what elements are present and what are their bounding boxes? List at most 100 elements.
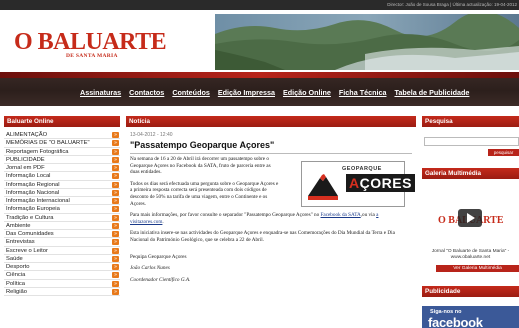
menu-item-label: Ciência: [6, 272, 26, 279]
nav-tabela-publicidade[interactable]: Tabela de Publicidade: [394, 88, 469, 97]
menu-item-ambiente[interactable]: Ambiente »: [4, 222, 120, 230]
article-paragraph-4: Esta iniciativa insere-se nas actividade…: [130, 230, 395, 243]
menu-item-escreve-leitor[interactable]: Escreve o Leitor »: [4, 247, 120, 255]
nav-conteudos[interactable]: Conteúdos: [172, 88, 210, 97]
advertising-heading: Publicidade: [422, 286, 519, 297]
menu-item-label: Informação Internacional: [6, 198, 70, 204]
arrow-right-icon: »: [112, 156, 119, 163]
arrow-right-icon: »: [112, 239, 119, 246]
menu-item-info-europeia[interactable]: Informação Europeia »: [4, 205, 120, 214]
nav-edicao-impressa[interactable]: Edição Impressa: [218, 88, 275, 97]
menu-item-tradicao[interactable]: Tradição e Cultura »: [4, 214, 120, 222]
arrow-right-icon: »: [112, 173, 119, 180]
menu-item-label: Religião: [6, 288, 27, 295]
header: O BALUARTE DE SANTA MARIA: [0, 10, 519, 72]
gallery-caption: Jornal "O Baluarte de Santa Maria" - www…: [431, 249, 510, 260]
menu-item-saude[interactable]: Saúde »: [4, 255, 120, 263]
menu-item-desporto[interactable]: Desporto »: [4, 263, 120, 272]
menu-item-ciencia[interactable]: Ciência »: [4, 271, 120, 280]
nav-edicao-online[interactable]: Edição Online: [283, 88, 331, 97]
menu-item-label: PUBLICIDADE: [6, 156, 45, 163]
arrow-right-icon: »: [112, 148, 119, 155]
top-info-bar: Director: João de Sousa Braga | Última a…: [0, 0, 519, 10]
menu-item-label: Entrevistas: [6, 239, 35, 246]
menu-item-label: ALIMENTAÇÃO: [6, 132, 48, 138]
menu-item-label: Informação Local: [6, 173, 51, 180]
article-panel: Notícia 13-04-2012 - 12:40 "Passatempo G…: [126, 116, 416, 328]
menu-item-label: Informação Nacional: [6, 189, 60, 196]
nav-contactos[interactable]: Contactos: [129, 88, 164, 97]
arrow-right-icon: »: [112, 181, 119, 188]
site-logo[interactable]: O BALUARTE: [14, 30, 167, 54]
article-title: "Passatempo Geoparque Açores": [130, 140, 275, 150]
p3-text-end: .: [162, 218, 164, 225]
nav-ficha-tecnica[interactable]: Ficha Técnica: [339, 88, 387, 97]
menu-item-label: MEMÓRIAS DE "O BALUARTE": [6, 140, 90, 147]
article-date: 13-04-2012 - 12:40: [130, 132, 173, 138]
arrow-right-icon: »: [112, 214, 119, 221]
menu-item-info-regional[interactable]: Informação Regional »: [4, 181, 120, 189]
arrow-right-icon: »: [112, 222, 119, 229]
facebook-sata-link[interactable]: Facebook da SATA: [321, 212, 361, 218]
menu-item-label: Informação Regional: [6, 181, 60, 188]
title-separator: [130, 153, 412, 154]
page: Director: João de Sousa Braga | Última a…: [0, 0, 519, 328]
search-input[interactable]: [424, 137, 519, 146]
menu-item-comunidades[interactable]: Das Comunidades »: [4, 230, 120, 239]
header-banner-image: [215, 14, 519, 70]
menu-item-politica[interactable]: Política »: [4, 280, 120, 288]
menu-item-info-local[interactable]: Informação Local »: [4, 172, 120, 181]
article-body: Na semana de 16 a 20 de Abril irá decorr…: [130, 156, 412, 288]
menu-item-label: Desporto: [6, 264, 30, 270]
article-panel-heading: Notícia: [126, 116, 416, 127]
signature-team: Pequipa Geoparque Açores: [130, 253, 187, 260]
left-sidebar-heading: Baluarte Online: [4, 116, 120, 127]
menu-item-jornal-pdf[interactable]: Jornal em PDF »: [4, 164, 120, 173]
p3-text-mid: ,ou via: [360, 212, 377, 219]
arrow-right-icon: »: [112, 198, 119, 204]
menu-item-reportagem[interactable]: Reportagem Fotográfica »: [4, 148, 120, 156]
facebook-follow-banner[interactable]: Siga-nos no facebook: [422, 306, 519, 328]
facebook-wordmark: facebook: [428, 315, 483, 328]
menu-item-label: Saúde: [6, 255, 23, 262]
menu-item-label: Informação Europeia: [6, 206, 60, 213]
article-paragraph-3: Para mais informações, por favor consult…: [130, 212, 412, 225]
arrow-right-icon: »: [112, 231, 119, 237]
site-logo-subtitle: DE SANTA MARIA: [66, 53, 118, 59]
menu-item-memorias[interactable]: MEMÓRIAS DE "O BALUARTE" »: [4, 139, 120, 148]
gallery-video-thumbnail[interactable]: O BALUARTE: [434, 199, 506, 241]
arrow-right-icon: »: [112, 280, 119, 287]
menu-item-entrevistas[interactable]: Entrevistas »: [4, 238, 120, 247]
arrow-right-icon: »: [112, 140, 119, 147]
category-menu: ALIMENTAÇÃO » MEMÓRIAS DE "O BALUARTE" » R…: [4, 131, 120, 296]
nav-assinaturas[interactable]: Assinaturas: [80, 88, 121, 97]
left-sidebar: Baluarte Online ALIMENTAÇÃO » MEMÓRIAS DE…: [4, 116, 120, 328]
main-navigation: Assinaturas Contactos Conteúdos Edição I…: [0, 72, 519, 106]
arrow-right-icon: »: [112, 264, 119, 270]
nav-accent-line: [0, 72, 519, 78]
search-button[interactable]: pesquisar: [488, 149, 519, 156]
search-heading: Pesquisa: [422, 116, 519, 127]
menu-item-info-nacional[interactable]: Informação Nacional »: [4, 189, 120, 197]
menu-item-religiao[interactable]: Religião »: [4, 288, 120, 296]
arrow-right-icon: »: [112, 206, 119, 213]
menu-item-label: Tradição e Cultura: [6, 214, 54, 221]
menu-item-info-internacional[interactable]: Informação Internacional »: [4, 197, 120, 206]
arrow-right-icon: »: [112, 255, 119, 262]
menu-item-label: Política: [6, 280, 26, 287]
menu-item-alimentacao[interactable]: ALIMENTAÇÃO »: [4, 131, 120, 140]
view-gallery-button[interactable]: Ver Galeria Multimédia: [436, 265, 519, 272]
gallery-heading: Galeria Multimédia: [422, 168, 519, 179]
arrow-right-icon: »: [112, 288, 119, 295]
arrow-right-icon: »: [112, 272, 119, 279]
arrow-right-icon: »: [112, 165, 119, 171]
signature-role: Coordenador Científico G.A.: [130, 276, 191, 283]
arrow-right-icon: »: [112, 132, 119, 138]
video-thumbnail: O BALUARTE: [434, 199, 506, 241]
article-paragraph-2: Todos os dias será efectuada uma pergunt…: [130, 180, 279, 207]
right-sidebar: Pesquisa pesquisar Galeria Multimédia O …: [422, 116, 519, 328]
menu-item-publicidade[interactable]: PUBLICIDADE »: [4, 156, 120, 164]
signature-name: João Carlos Nunes: [130, 265, 170, 272]
nav-divider: [0, 106, 519, 116]
menu-item-label: Das Comunidades: [6, 231, 54, 237]
